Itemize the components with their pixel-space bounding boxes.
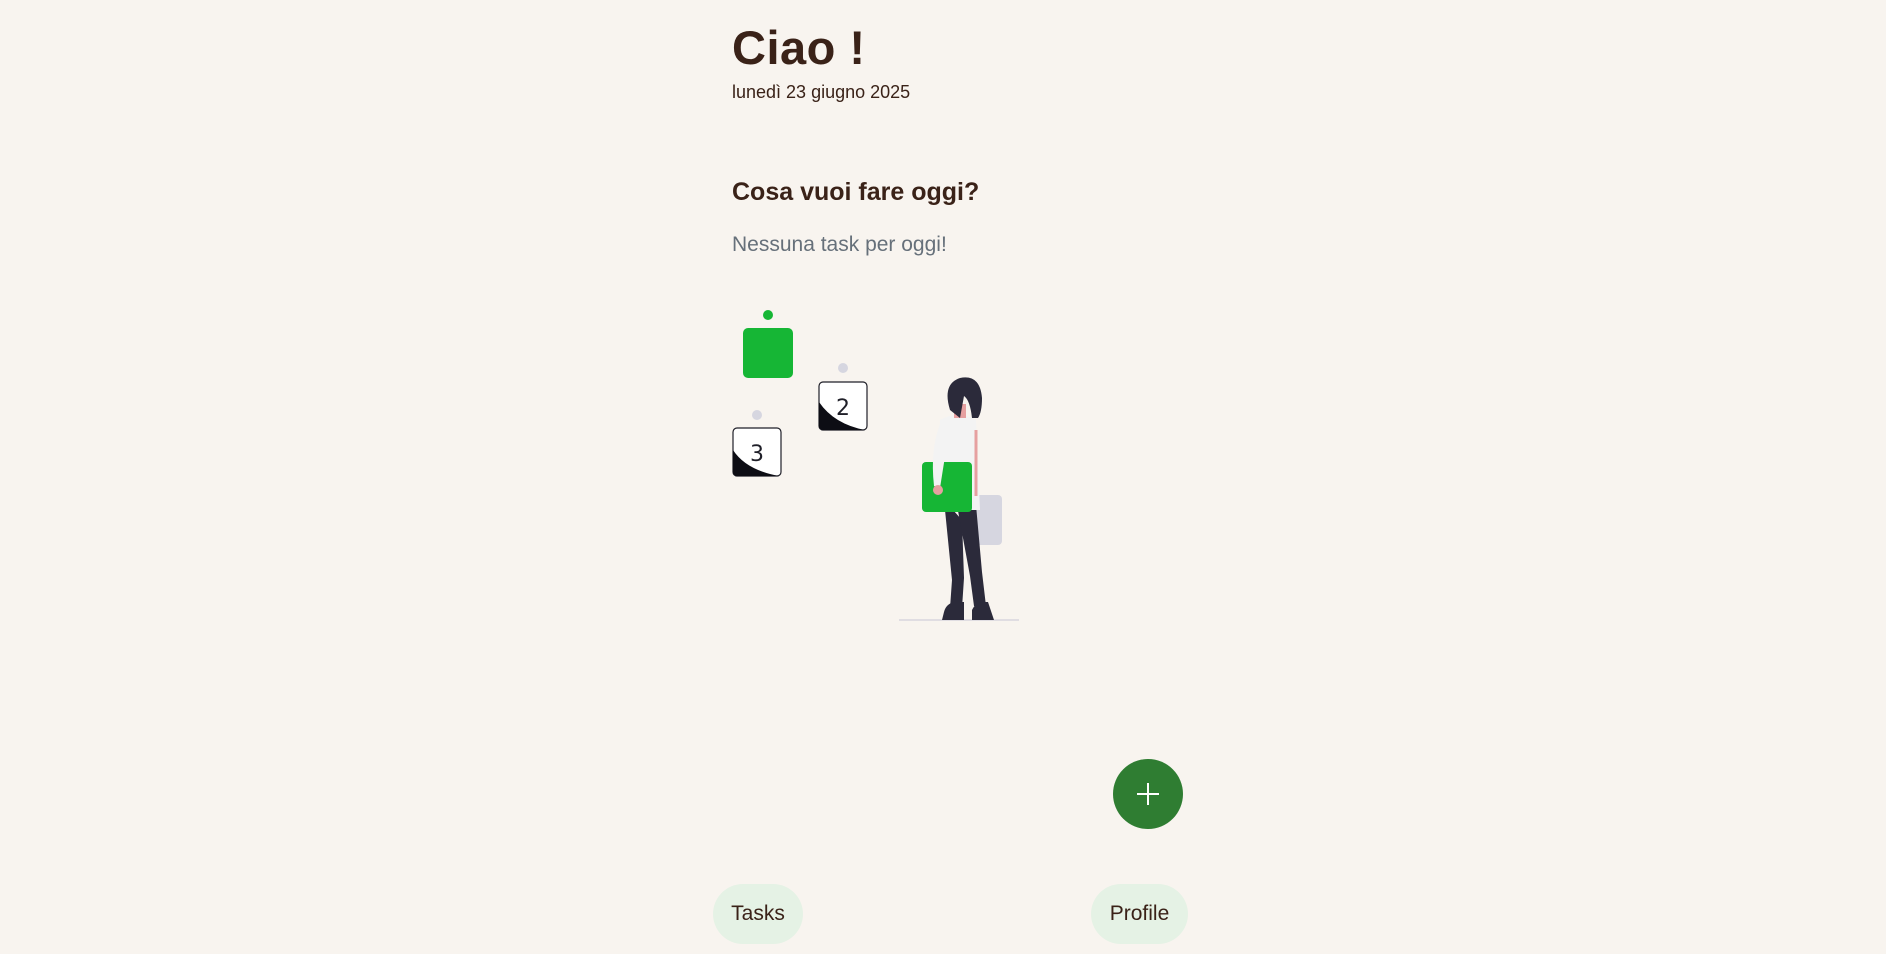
card-number-2: 2 [836, 396, 850, 421]
task-card-3: 3 [732, 410, 782, 477]
add-task-button[interactable] [1113, 759, 1183, 829]
card-pin-2 [838, 363, 848, 373]
task-card-1 [743, 310, 793, 378]
green-folder [922, 462, 972, 512]
person-figure [899, 377, 1019, 621]
empty-tasks-message: Nessuna task per oggi! [732, 233, 947, 256]
plus-icon [1137, 783, 1159, 805]
task-card-2: 2 [818, 363, 868, 431]
empty-state-illustration: 2 3 [732, 310, 1019, 621]
left-shoe [942, 602, 964, 620]
card-pin-1 [763, 310, 773, 320]
card-square-1 [743, 328, 793, 378]
nav-tasks-button[interactable]: Tasks [713, 884, 803, 944]
page: Ciao ! lunedì 23 giugno 2025 Cosa vuoi f… [0, 0, 1886, 954]
current-date: lunedì 23 giugno 2025 [732, 82, 911, 102]
hand [933, 485, 943, 495]
card-number-3: 3 [750, 442, 764, 467]
card-pin-3 [752, 410, 762, 420]
greeting-title: Ciao ! [732, 21, 866, 74]
section-question: Cosa vuoi fare oggi? [732, 178, 980, 206]
nav-profile-button[interactable]: Profile [1091, 884, 1188, 944]
